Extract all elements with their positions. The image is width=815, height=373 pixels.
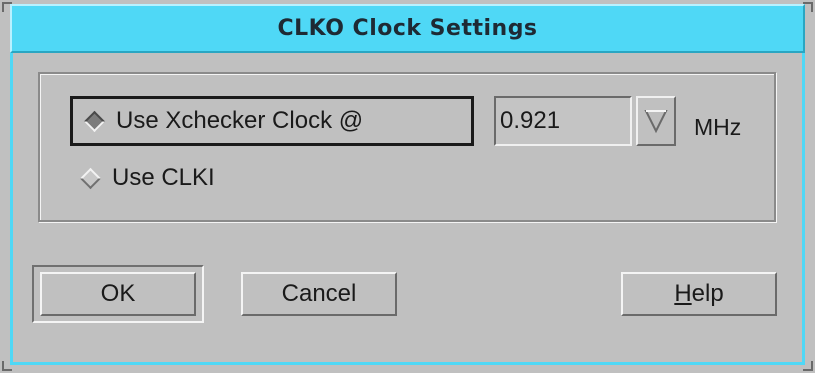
clock-source-group — [38, 72, 776, 222]
clko-clock-settings-dialog: CLKO Clock Settings Use Xchecker Clock @… — [0, 0, 815, 373]
help-label-rest: elp — [691, 280, 724, 307]
radio-use-clki[interactable]: Use CLKI — [79, 158, 215, 198]
window-border-right — [802, 53, 805, 363]
radio-use-xchecker-clock[interactable]: Use Xchecker Clock @ — [70, 96, 474, 146]
window-title: CLKO Clock Settings — [277, 16, 538, 41]
ok-button[interactable]: OK — [40, 272, 196, 316]
frequency-unit-label: MHz — [694, 114, 742, 140]
frequency-input[interactable] — [494, 96, 632, 146]
triangle-down-icon — [644, 110, 668, 134]
radio-diamond-off-icon — [79, 167, 102, 189]
help-mnemonic: H — [674, 280, 692, 307]
title-bar[interactable]: CLKO Clock Settings — [10, 4, 805, 53]
radio-diamond-on-icon — [83, 110, 106, 132]
help-button[interactable]: Help — [621, 272, 777, 316]
frequency-dropdown-button[interactable] — [636, 96, 676, 146]
radio-label-xchecker: Use Xchecker Clock @ — [116, 107, 364, 134]
cancel-button[interactable]: Cancel — [241, 272, 397, 316]
window-border-bottom — [10, 362, 805, 365]
radio-label-clki: Use CLKI — [112, 164, 215, 191]
window-border-left — [10, 53, 13, 363]
